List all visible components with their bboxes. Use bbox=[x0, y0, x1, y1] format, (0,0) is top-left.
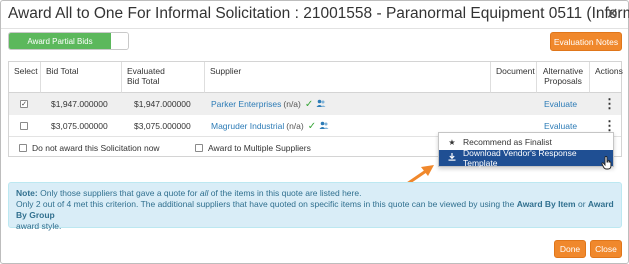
supplier-cell: Parker Enterprises (n/a) ✓ bbox=[211, 93, 326, 115]
recommend-finalist-label: Recommend as Finalist bbox=[463, 137, 552, 147]
done-button[interactable]: Done bbox=[554, 240, 586, 258]
row-select-cell: ✓ bbox=[20, 93, 28, 115]
col-header-evaluated-bid-total: Evaluated Bid Total bbox=[122, 62, 205, 93]
col-header-select: Select bbox=[9, 62, 41, 93]
bid-total-value: $1,947.000000 bbox=[51, 99, 108, 109]
download-template-menu-item[interactable]: Download Vendor's Response Template bbox=[439, 148, 613, 168]
people-icon[interactable] bbox=[316, 99, 326, 110]
multiple-suppliers-checkbox[interactable] bbox=[195, 144, 203, 152]
award-partial-bids-toggle[interactable]: Award Partial Bids bbox=[8, 32, 129, 50]
check-icon: ✓ bbox=[304, 98, 314, 110]
toggle-knob bbox=[111, 33, 128, 49]
evaluate-link-text[interactable]: Evaluate bbox=[544, 99, 577, 109]
note-line-1: Note: Only those suppliers that gave a q… bbox=[16, 188, 614, 199]
supplier-na: (n/a) bbox=[286, 121, 304, 131]
note-line-3: award style. bbox=[16, 221, 62, 231]
check-icon: ✓ bbox=[307, 120, 317, 132]
evaluation-notes-button[interactable]: Evaluation Notes bbox=[550, 32, 622, 51]
do-not-award-checkbox[interactable] bbox=[19, 144, 27, 152]
supplier-na: (n/a) bbox=[283, 99, 301, 109]
multiple-suppliers-label: Award to Multiple Suppliers bbox=[208, 143, 311, 153]
download-icon bbox=[447, 153, 457, 163]
col-header-evaluated-line1: Evaluated bbox=[127, 66, 165, 76]
col-header-evaluated-line2: Bid Total bbox=[127, 76, 160, 86]
col-header-document: Document bbox=[491, 62, 537, 93]
row-select-checkbox[interactable]: ✓ bbox=[20, 100, 28, 108]
do-not-award-label: Do not award this Solicitation now bbox=[32, 143, 160, 153]
note-label: Note: bbox=[16, 188, 38, 198]
download-template-label: Download Vendor's Response Template bbox=[462, 148, 577, 168]
kebab-icon[interactable]: ⋮ bbox=[603, 97, 616, 110]
supplier-link[interactable]: Magruder Industrial bbox=[211, 121, 284, 131]
col-header-alternative-proposals: Alternative Proposals bbox=[537, 62, 590, 93]
evaluate-link[interactable]: Evaluate bbox=[544, 93, 577, 115]
close-button[interactable]: Close bbox=[590, 240, 622, 258]
evaluate-link-text[interactable]: Evaluate bbox=[544, 121, 577, 131]
row-actions-cell: ⋮ bbox=[603, 93, 616, 115]
header-divider bbox=[1, 28, 628, 29]
close-icon[interactable]: × bbox=[606, 4, 618, 24]
award-by-item-text: Award By Item bbox=[516, 199, 576, 209]
do-not-award-option[interactable]: Do not award this Solicitation now bbox=[19, 143, 160, 153]
kebab-icon[interactable]: ⋮ bbox=[603, 119, 616, 132]
people-icon[interactable] bbox=[319, 121, 329, 132]
note-line-2: Only 2 out of 4 met this criterion. The … bbox=[16, 199, 614, 221]
supplier-cell: Magruder Industrial (n/a) ✓ bbox=[211, 115, 329, 137]
bid-total-value: $3,075.000000 bbox=[51, 121, 108, 131]
col-header-alt-line2: Proposals bbox=[544, 76, 582, 86]
note-text-1a: Only those suppliers that gave a quote f… bbox=[40, 188, 198, 198]
supplier-link[interactable]: Parker Enterprises bbox=[211, 99, 281, 109]
note-or-text: or bbox=[577, 199, 586, 209]
actions-dropdown-menu: ★ Recommend as Finalist Download Vendor'… bbox=[438, 132, 614, 168]
evaluated-bid-total-value: $3,075.000000 bbox=[134, 121, 191, 131]
note-text-1em: all bbox=[199, 188, 209, 198]
col-header-bid-total: Bid Total bbox=[41, 62, 122, 93]
dialog-title: Award All to One For Informal Solicitati… bbox=[8, 5, 629, 22]
star-icon: ★ bbox=[448, 137, 456, 147]
row-select-cell bbox=[20, 115, 28, 137]
toggle-label: Award Partial Bids bbox=[9, 33, 111, 49]
note-text-1b: of the items in this quote are listed he… bbox=[210, 188, 362, 198]
hand-cursor-icon bbox=[601, 156, 612, 170]
col-header-actions: Actions bbox=[590, 62, 623, 93]
award-dialog: Award All to One For Informal Solicitati… bbox=[0, 0, 629, 264]
note-text-2a: Only 2 out of 4 met this criterion. The … bbox=[16, 199, 515, 209]
evaluated-bid-total-value: $1,947.000000 bbox=[134, 99, 191, 109]
col-header-alt-line1: Alternative bbox=[542, 66, 584, 76]
info-note: Note: Only those suppliers that gave a q… bbox=[8, 182, 622, 231]
table-row: ✓ $1,947.000000 $1,947.000000 Parker Ent… bbox=[9, 93, 621, 115]
row-select-checkbox[interactable] bbox=[20, 122, 28, 130]
col-header-supplier: Supplier bbox=[205, 62, 491, 93]
multiple-suppliers-option[interactable]: Award to Multiple Suppliers bbox=[195, 143, 311, 153]
